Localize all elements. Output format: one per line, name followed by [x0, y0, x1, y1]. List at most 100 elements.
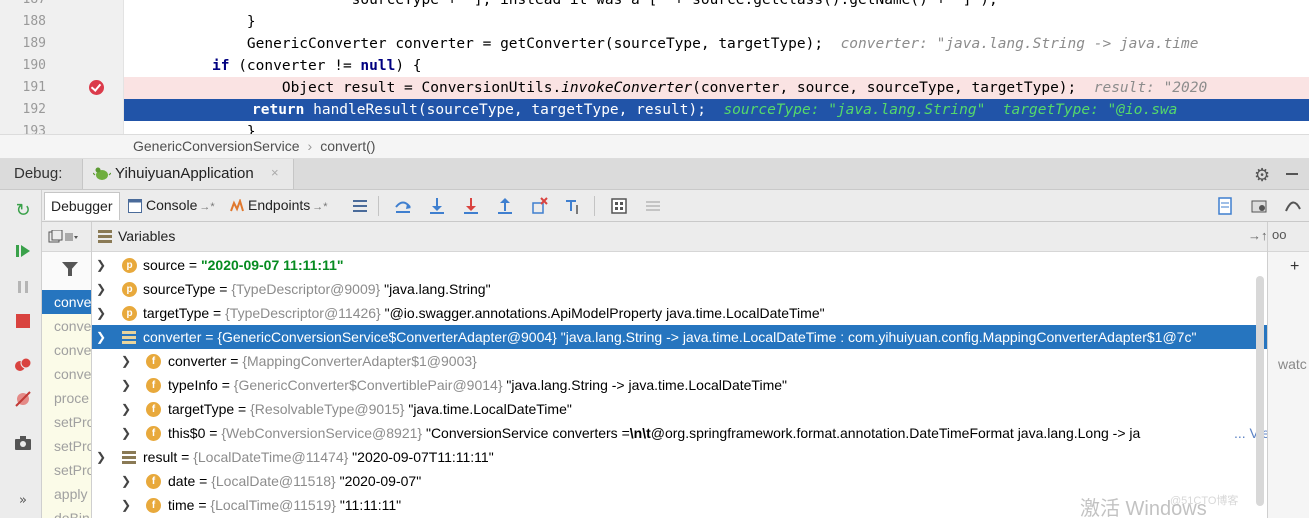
- variable-row-converter[interactable]: ❯ converter = {GenericConversionService$…: [92, 325, 1267, 349]
- chevron-right-icon[interactable]: ❯: [120, 373, 132, 397]
- frame-item[interactable]: setPro: [42, 434, 91, 458]
- tab-label: Debugger: [51, 198, 113, 214]
- show-frames-icon[interactable]: [349, 195, 371, 217]
- breadcrumb-class[interactable]: GenericConversionService: [133, 138, 300, 154]
- trace-stream-icon[interactable]: [642, 195, 664, 217]
- frame-item[interactable]: conve: [42, 290, 91, 314]
- variable-row-result[interactable]: ❯ result = {LocalDateTime@11474} "2020-0…: [92, 445, 1267, 469]
- chevron-right-icon[interactable]: ❯: [120, 469, 132, 493]
- code-editor[interactable]: 187 188 189 190 191 192 193 sourceType +…: [0, 0, 1309, 134]
- spring-bug-icon: [93, 167, 111, 180]
- gear-icon[interactable]: ⚙: [1254, 165, 1270, 186]
- camera-icon[interactable]: [12, 432, 34, 454]
- debug-title: Debug:: [14, 165, 63, 182]
- resume-icon[interactable]: [12, 240, 34, 262]
- toolbar-separator: [378, 196, 379, 216]
- expand-icon[interactable]: »: [12, 490, 34, 512]
- keyword: null: [360, 58, 396, 74]
- chevron-right-icon[interactable]: ❯: [95, 301, 107, 325]
- pin-arrow-icon[interactable]: →↑: [1248, 228, 1267, 243]
- variable-text: result = {LocalDateTime@11474} "2020-09-…: [143, 449, 494, 465]
- minimize-icon[interactable]: [1286, 173, 1298, 175]
- drop-frame-icon[interactable]: [528, 195, 550, 217]
- code-line-191-breakpoint[interactable]: Object result = ConversionUtils.invokeCo…: [124, 77, 1309, 99]
- breadcrumb: GenericConversionService › convert(): [0, 134, 1309, 159]
- close-icon[interactable]: ×: [271, 165, 279, 180]
- filter-icon[interactable]: [62, 262, 78, 276]
- code-text: sourceType + "], instead it was a [" + s…: [212, 0, 998, 8]
- tab-debugger[interactable]: Debugger: [44, 192, 120, 220]
- chevron-right-icon[interactable]: ❯: [120, 421, 132, 445]
- frame-item[interactable]: setPro: [42, 458, 91, 482]
- variable-row-this0[interactable]: ❯ f this$0 = {WebConversionService@8921}…: [92, 421, 1267, 445]
- parameter-icon: p: [122, 282, 137, 297]
- step-over-icon[interactable]: [392, 195, 414, 217]
- code-line-188[interactable]: }: [124, 11, 1309, 33]
- settings-icon[interactable]: [1282, 195, 1304, 217]
- run-to-cursor-icon[interactable]: [562, 195, 584, 217]
- code-text: Object result = ConversionUtils.: [212, 80, 562, 96]
- variable-row-targettype[interactable]: ❯ p targetType = {TypeDescriptor@11426} …: [92, 301, 1267, 325]
- variables-header: Variables →↑: [92, 222, 1267, 252]
- variable-text: this$0 = {WebConversionService@8921} "Co…: [168, 425, 1141, 441]
- chevron-down-icon[interactable]: ❯: [95, 325, 107, 349]
- variable-text: targetType = {TypeDescriptor@11426} "@io…: [143, 305, 825, 321]
- view-breakpoints-icon[interactable]: [12, 354, 34, 376]
- code-text: GenericConverter converter = getConverte…: [212, 36, 824, 52]
- variable-row-field-targettype[interactable]: ❯ f targetType = {ResolvableType@9015} "…: [92, 397, 1267, 421]
- code-line-187[interactable]: sourceType + "], instead it was a [" + s…: [124, 0, 1309, 11]
- tab-console[interactable]: Console →*: [124, 192, 224, 220]
- tab-label: Endpoints: [248, 197, 311, 213]
- chevron-down-icon[interactable]: ❯: [95, 445, 107, 469]
- add-watch-icon[interactable]: +: [1290, 258, 1299, 276]
- restore-layout-icon[interactable]: [1214, 195, 1236, 217]
- editor-gutter[interactable]: 187 188 189 190 191 192 193: [0, 0, 124, 134]
- code-line-192-execution-point[interactable]: return handleResult(sourceType, targetTy…: [124, 99, 1309, 121]
- code-text: }: [212, 124, 256, 134]
- breadcrumb-method[interactable]: convert(): [320, 138, 375, 154]
- debug-tabs-toolbar: Debugger Console →* Endpoints →*: [42, 190, 1309, 222]
- variable-text: typeInfo = {GenericConverter$Convertible…: [168, 377, 787, 393]
- variable-row-field-converter[interactable]: ❯ f converter = {MappingConverterAdapter…: [92, 349, 1267, 373]
- layout-settings-icon[interactable]: [1248, 195, 1270, 217]
- step-into-icon[interactable]: [426, 195, 448, 217]
- chevron-right-icon[interactable]: ❯: [120, 397, 132, 421]
- line-number: 192: [22, 102, 46, 117]
- stop-icon[interactable]: [12, 310, 34, 332]
- breakpoint-icon[interactable]: [89, 80, 104, 95]
- variable-row-sourcetype[interactable]: ❯ p sourceType = {TypeDescriptor@9009} "…: [92, 277, 1267, 301]
- code-line-190[interactable]: if (converter != null) {: [124, 55, 1309, 77]
- variable-text: sourceType = {TypeDescriptor@9009} "java…: [143, 281, 491, 297]
- line-number: 190: [22, 58, 46, 73]
- force-step-into-icon[interactable]: [460, 195, 482, 217]
- frame-item[interactable]: proce: [42, 386, 91, 410]
- variable-text: source = "2020-09-07 11:11:11": [143, 257, 344, 273]
- debug-session-tab[interactable]: YihuiyuanApplication ×: [82, 159, 294, 189]
- frame-item[interactable]: apply: [42, 482, 91, 506]
- frames-toolbar-icons[interactable]: [48, 230, 78, 244]
- variable-row-source[interactable]: ❯ p source = "2020-09-07 11:11:11": [92, 253, 1267, 277]
- line-number: 188: [22, 14, 46, 29]
- mute-breakpoints-icon[interactable]: [12, 388, 34, 410]
- frame-item[interactable]: conve: [42, 314, 91, 338]
- code-text: (converter, source, sourceType, targetTy…: [692, 80, 1077, 96]
- chevron-right-icon[interactable]: ❯: [120, 493, 132, 517]
- chevron-right-icon[interactable]: ❯: [95, 277, 107, 301]
- frame-item[interactable]: doBin: [42, 506, 91, 518]
- chevron-right-icon[interactable]: ❯: [120, 349, 132, 373]
- variable-row-date[interactable]: ❯ f date = {LocalDate@11518} "2020-09-07…: [92, 469, 1267, 493]
- frame-item[interactable]: conve: [42, 338, 91, 362]
- pause-icon[interactable]: [12, 276, 34, 298]
- code-line-189[interactable]: GenericConverter converter = getConverte…: [124, 33, 1309, 55]
- frame-item[interactable]: setPro: [42, 410, 91, 434]
- variables-scrollbar[interactable]: [1256, 276, 1264, 506]
- variable-row-typeinfo[interactable]: ❯ f typeInfo = {GenericConverter$Convert…: [92, 373, 1267, 397]
- code-text: (converter !=: [229, 58, 361, 74]
- step-out-icon[interactable]: [494, 195, 516, 217]
- frame-item[interactable]: conve: [42, 362, 91, 386]
- evaluate-expression-icon[interactable]: [608, 195, 630, 217]
- inline-value-hint: sourceType: "java.lang.String" targetTyp…: [723, 102, 1178, 118]
- rerun-icon[interactable]: ↻: [12, 200, 34, 222]
- code-line-193[interactable]: }: [124, 121, 1309, 134]
- chevron-right-icon[interactable]: ❯: [95, 253, 107, 277]
